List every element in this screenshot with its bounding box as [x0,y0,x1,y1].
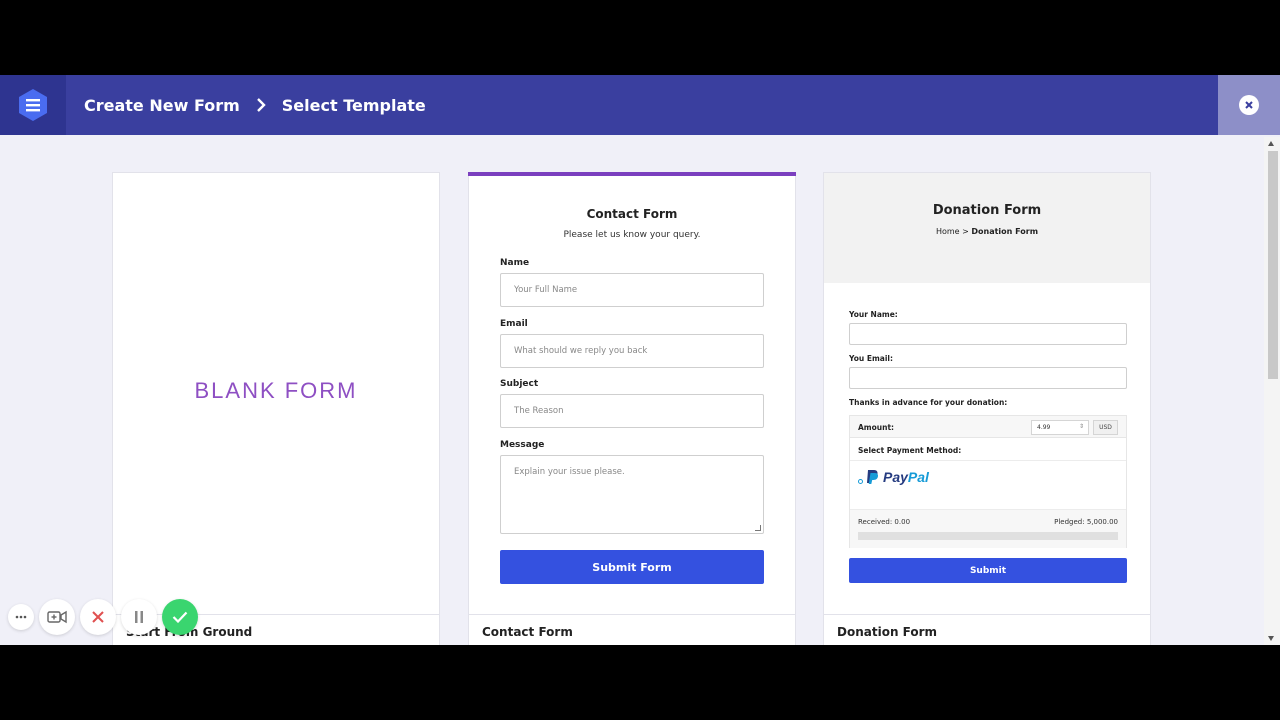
contact-form-title: Contact Form [586,207,678,221]
your-name-label: Your Name: [849,310,898,319]
scroll-up-icon[interactable] [1268,141,1274,146]
paypal-word-pal: Pal [907,469,929,485]
email-label: Email [500,319,528,329]
subject-field[interactable]: The Reason [500,394,764,428]
close-button[interactable] [1218,75,1280,135]
thanks-text: Thanks in advance for your donation: [849,398,1008,407]
amount-input[interactable]: 4.99 ⇕ [1031,420,1089,435]
donation-box: Amount: 4.99 ⇕ USD Select Payment Method… [849,415,1127,548]
received-amount: Received: 0.00 [858,518,911,526]
email-label: You Email: [849,354,893,363]
currency-badge: USD [1093,420,1118,435]
crumb-separator: > [962,227,969,236]
finish-recording-button[interactable] [162,599,198,635]
paypal-word-pay: Pay [883,469,908,485]
subject-label: Subject [500,379,539,389]
template-card-blank[interactable]: BLANK FORM Start From Ground [112,172,440,645]
hexagon-menu-icon [19,89,47,121]
template-card-contact[interactable]: Contact Form Please let us know your que… [468,172,796,645]
message-placeholder: Explain your issue please. [514,467,625,477]
recorder-toolbar [8,599,203,635]
brand-button[interactable] [0,75,66,135]
chevron-right-icon [256,98,266,112]
selected-accent-bar [468,172,796,176]
email-field[interactable]: What should we reply you back [500,334,764,368]
more-button[interactable] [8,604,34,630]
submit-form-button[interactable]: Submit Form [500,550,764,584]
card-footer-label: Donation Form [824,614,1150,645]
cancel-recording-button[interactable] [80,599,116,635]
crumb-home: Home [935,227,960,236]
camera-add-icon [47,610,67,624]
paypal-logo-icon [867,470,879,484]
card-footer-label: Contact Form [469,614,795,645]
app-window: Create New Form Select Template BLANK FO… [0,75,1280,645]
add-camera-button[interactable] [39,599,75,635]
top-bar: Create New Form Select Template [0,75,1280,135]
pause-icon [135,611,143,623]
donation-form-title: Donation Form [932,203,1042,218]
payment-method-label: Select Payment Method: [858,446,962,455]
close-circle-icon [1239,95,1259,115]
donation-submit-button[interactable]: Submit [849,558,1127,583]
divider [850,460,1126,461]
name-label: Name [500,258,530,268]
crumb-current: Donation Form [971,227,1039,236]
donation-stats: Received: 0.00 Pledged: 5,000.00 [850,509,1126,548]
amount-row: Amount: 4.99 ⇕ USD [850,416,1126,438]
contact-form-subtitle: Please let us know your query. [563,230,701,240]
breadcrumb-select-template: Select Template [281,95,426,115]
amount-label: Amount: [858,423,895,432]
donation-breadcrumb: Home > Donation Form [824,227,1150,236]
name-field[interactable]: Your Full Name [500,273,764,307]
donation-progress-bar [858,532,1118,540]
pledged-amount: Pledged: 5,000.00 [1054,518,1118,526]
pause-recording-button[interactable] [121,599,157,635]
your-name-field[interactable] [849,323,1127,345]
cancel-icon [92,611,104,623]
donation-header: Donation Form Home > Donation Form [824,173,1150,283]
message-textarea[interactable]: Explain your issue please. [500,455,764,534]
paypal-wordmark: PayPal [883,469,929,485]
resize-handle-icon[interactable] [755,525,761,531]
breadcrumb: Create New Form Select Template [84,75,426,135]
check-icon [172,611,188,623]
breadcrumb-create-new-form[interactable]: Create New Form [84,96,240,115]
spinner-icon[interactable]: ⇕ [1079,423,1084,430]
template-card-donation[interactable]: Donation Form Home > Donation Form Your … [823,172,1151,645]
scroll-thumb[interactable] [1268,151,1278,379]
email-field[interactable] [849,367,1127,389]
vertical-scrollbar[interactable] [1264,137,1280,645]
more-icon [15,615,27,619]
amount-value: 4.99 [1037,424,1051,431]
message-label: Message [500,440,545,450]
blank-form-wordmark: BLANK FORM [194,378,358,403]
paypal-option[interactable]: PayPal [858,469,929,485]
radio-icon[interactable] [858,478,863,484]
scroll-down-icon[interactable] [1268,636,1274,641]
